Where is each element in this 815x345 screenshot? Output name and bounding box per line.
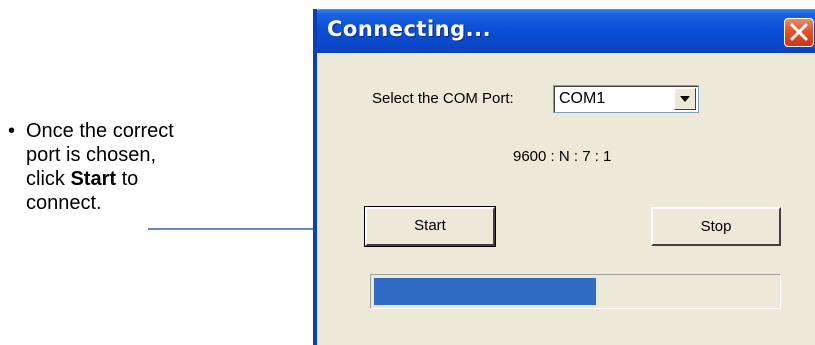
connection-progress-bar [370, 274, 781, 309]
callout-line-3: click Start to [8, 167, 248, 191]
dropdown-button[interactable] [674, 88, 696, 110]
instruction-callout: • Once the correct port is chosen, click … [8, 119, 248, 215]
dialog-body: Select the COM Port: COM1 9600 : N : 7 :… [317, 53, 815, 345]
window-title: Connecting... [327, 17, 492, 41]
callout-line-4: connect. [26, 192, 102, 214]
chevron-down-icon [680, 96, 690, 102]
close-icon [790, 23, 808, 41]
screenshot-stage: • Once the correct port is chosen, click … [0, 0, 815, 345]
bullet-icon: • [8, 120, 16, 142]
com-port-value: COM1 [559, 90, 606, 107]
callout-text-3b: to [116, 168, 139, 190]
com-port-label: Select the COM Port: [372, 90, 514, 107]
stop-button[interactable]: Stop [651, 207, 781, 246]
com-port-select[interactable]: COM1 [553, 85, 699, 113]
serial-settings-text: 9600 : N : 7 : 1 [513, 148, 612, 165]
connecting-dialog: Connecting... Select the COM Port: COM1 … [313, 9, 815, 345]
start-button[interactable]: Start [364, 206, 496, 247]
callout-line-2: port is chosen, [26, 144, 157, 166]
title-bar[interactable]: Connecting... [317, 9, 815, 53]
close-button[interactable] [784, 18, 814, 47]
callout-text-3a: click [26, 168, 71, 190]
callout-text-1: Once the correct [26, 120, 174, 142]
progress-fill [374, 278, 596, 305]
callout-start-emphasis: Start [70, 168, 117, 190]
callout-line-1: • Once the correct [8, 119, 248, 143]
